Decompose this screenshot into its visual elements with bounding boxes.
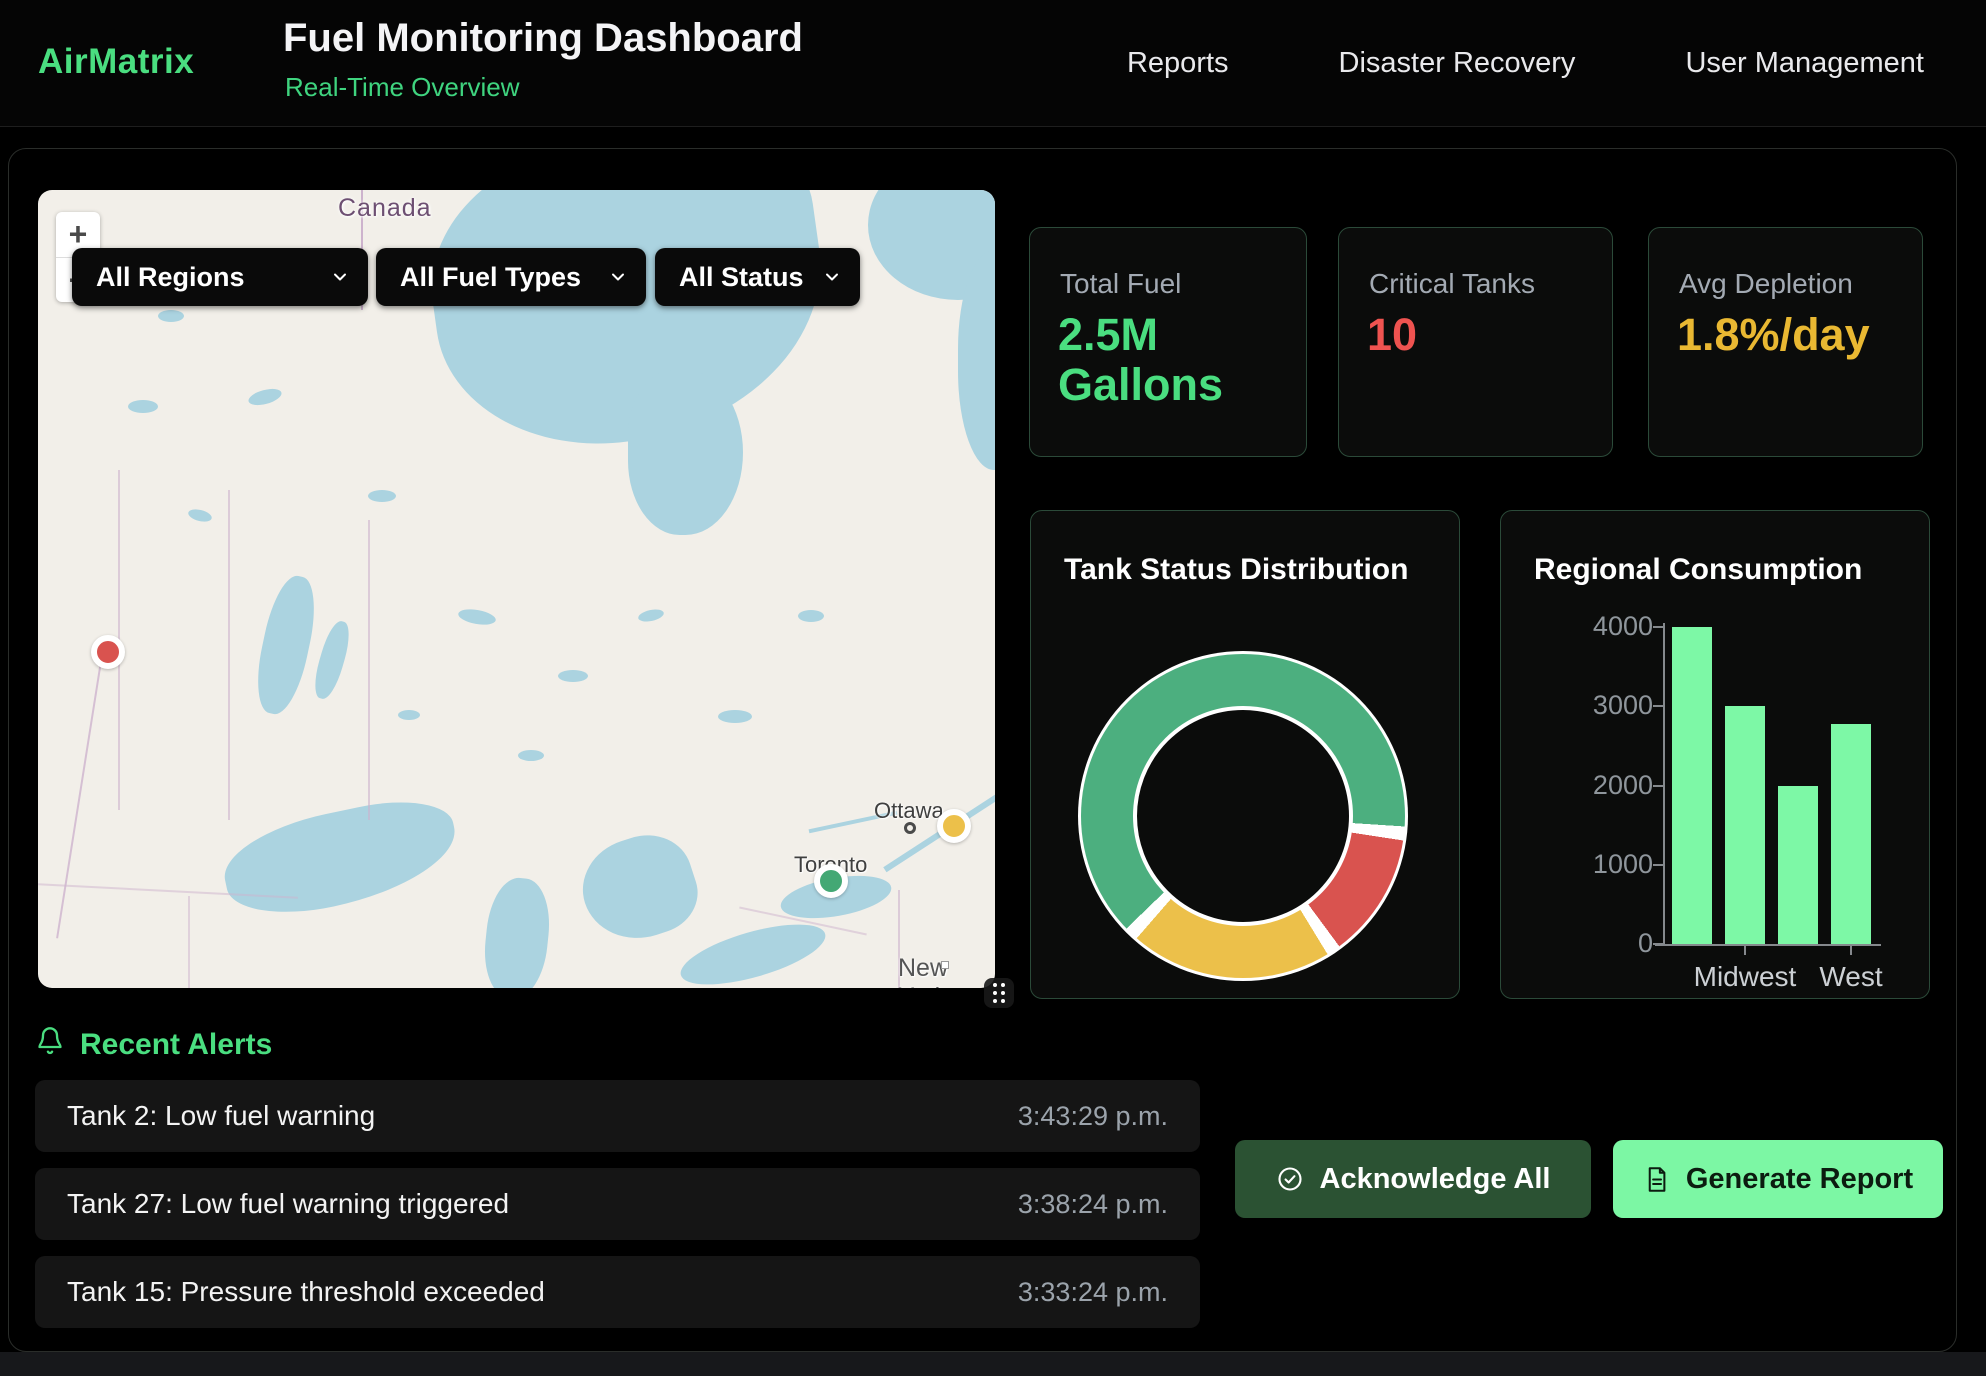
check-circle-icon bbox=[1276, 1165, 1304, 1193]
stat-label: Avg Depletion bbox=[1679, 268, 1853, 300]
stat-label: Critical Tanks bbox=[1369, 268, 1535, 300]
tank-status-distribution-card: Tank Status Distribution bbox=[1030, 510, 1460, 999]
donut-hole bbox=[1133, 706, 1353, 926]
stat-value: 10 bbox=[1367, 310, 1585, 360]
top-nav: Reports Disaster Recovery User Managemen… bbox=[1127, 0, 1924, 127]
bar bbox=[1672, 627, 1712, 944]
map-country-label: Canada bbox=[338, 194, 432, 223]
map-city-label-ottawa: Ottawa bbox=[874, 798, 944, 824]
donut-chart bbox=[1078, 651, 1408, 981]
x-tick-mark bbox=[1744, 946, 1746, 955]
y-tick-mark bbox=[1653, 943, 1663, 945]
map-drag-handle-icon[interactable] bbox=[984, 978, 1014, 1008]
tank-marker-critical[interactable] bbox=[91, 635, 125, 669]
stat-value: 2.5M Gallons bbox=[1058, 310, 1276, 411]
status-filter-dropdown[interactable]: All Status bbox=[655, 248, 860, 306]
header-bar: AirMatrix Fuel Monitoring Dashboard Real… bbox=[0, 0, 1986, 127]
document-icon bbox=[1643, 1166, 1670, 1193]
bar bbox=[1831, 724, 1871, 944]
y-tick-mark bbox=[1653, 705, 1663, 707]
alert-message: Tank 27: Low fuel warning triggered bbox=[67, 1188, 509, 1220]
tank-marker-normal[interactable] bbox=[814, 864, 848, 898]
bottom-bar bbox=[0, 1352, 1986, 1376]
recent-alerts-title: Recent Alerts bbox=[80, 1028, 272, 1062]
bar-chart: 01000200030004000MidwestWest bbox=[1501, 511, 1929, 998]
nav-item-reports[interactable]: Reports bbox=[1127, 47, 1229, 80]
y-tick-label: 4000 bbox=[1543, 611, 1653, 642]
fuel-type-filter-value: All Fuel Types bbox=[400, 262, 581, 293]
chevron-down-icon bbox=[330, 267, 350, 287]
chevron-down-icon bbox=[822, 267, 842, 287]
bar bbox=[1725, 706, 1765, 944]
brand-logo: AirMatrix bbox=[38, 42, 194, 82]
fuel-map[interactable]: Canada Ottawa Toronto New York + − All R… bbox=[38, 190, 995, 988]
alert-message: Tank 15: Pressure threshold exceeded bbox=[67, 1276, 545, 1308]
fuel-type-filter-dropdown[interactable]: All Fuel Types bbox=[376, 248, 646, 306]
nav-item-user-management[interactable]: User Management bbox=[1685, 47, 1924, 80]
bell-icon bbox=[36, 1024, 64, 1056]
y-tick-mark bbox=[1653, 785, 1663, 787]
x-tick-mark bbox=[1850, 946, 1852, 955]
chevron-down-icon bbox=[608, 267, 628, 287]
y-tick-label: 2000 bbox=[1543, 770, 1653, 801]
bar bbox=[1778, 786, 1818, 945]
y-tick-label: 1000 bbox=[1543, 849, 1653, 880]
map-city-label-newyork: New York bbox=[898, 954, 995, 988]
region-filter-value: All Regions bbox=[96, 262, 245, 293]
tank-marker-warning[interactable] bbox=[937, 809, 971, 843]
stat-card-avg-depletion: Avg Depletion 1.8%/day bbox=[1648, 227, 1923, 457]
alert-time: 3:33:24 p.m. bbox=[1018, 1277, 1168, 1308]
chart-title: Tank Status Distribution bbox=[1064, 553, 1408, 587]
newyork-town-dot bbox=[941, 961, 949, 969]
alert-row[interactable]: Tank 15: Pressure threshold exceeded 3:3… bbox=[35, 1256, 1200, 1328]
generate-report-label: Generate Report bbox=[1686, 1163, 1913, 1196]
x-tick-label: West bbox=[1771, 961, 1931, 993]
status-filter-value: All Status bbox=[679, 262, 804, 293]
alert-time: 3:43:29 p.m. bbox=[1018, 1101, 1168, 1132]
regional-consumption-card: Regional Consumption 01000200030004000Mi… bbox=[1500, 510, 1930, 999]
stat-card-total-fuel: Total Fuel 2.5M Gallons bbox=[1029, 227, 1307, 457]
y-axis-line bbox=[1663, 623, 1665, 946]
region-filter-dropdown[interactable]: All Regions bbox=[72, 248, 368, 306]
alert-row[interactable]: Tank 27: Low fuel warning triggered 3:38… bbox=[35, 1168, 1200, 1240]
y-tick-label: 0 bbox=[1543, 928, 1653, 959]
alert-time: 3:38:24 p.m. bbox=[1018, 1189, 1168, 1220]
x-axis-line bbox=[1655, 944, 1881, 946]
acknowledge-all-label: Acknowledge All bbox=[1320, 1163, 1551, 1196]
page-title: Fuel Monitoring Dashboard bbox=[283, 16, 803, 61]
y-tick-mark bbox=[1653, 626, 1663, 628]
stat-card-critical-tanks: Critical Tanks 10 bbox=[1338, 227, 1613, 457]
ottawa-town-dot bbox=[904, 822, 916, 834]
stat-label: Total Fuel bbox=[1060, 268, 1181, 300]
y-tick-label: 3000 bbox=[1543, 690, 1653, 721]
alert-row[interactable]: Tank 2: Low fuel warning 3:43:29 p.m. bbox=[35, 1080, 1200, 1152]
y-tick-mark bbox=[1653, 864, 1663, 866]
alert-message: Tank 2: Low fuel warning bbox=[67, 1100, 375, 1132]
dashboard-screen: AirMatrix Fuel Monitoring Dashboard Real… bbox=[0, 0, 1986, 1376]
acknowledge-all-button[interactable]: Acknowledge All bbox=[1235, 1140, 1591, 1218]
stat-value: 1.8%/day bbox=[1677, 310, 1895, 360]
nav-item-disaster-recovery[interactable]: Disaster Recovery bbox=[1339, 47, 1576, 80]
generate-report-button[interactable]: Generate Report bbox=[1613, 1140, 1943, 1218]
page-subtitle: Real-Time Overview bbox=[285, 72, 520, 103]
